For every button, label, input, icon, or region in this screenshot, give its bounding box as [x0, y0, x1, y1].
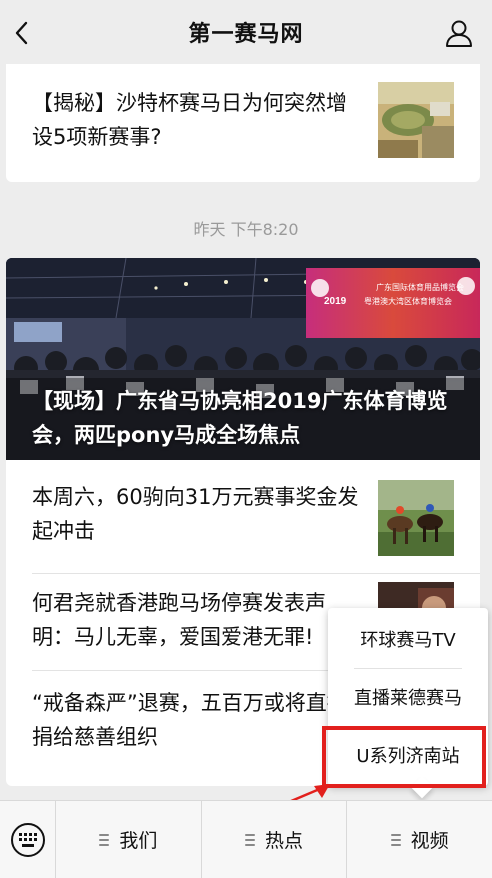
nav-item-label: 我们 [119, 830, 158, 852]
highlight-box [322, 726, 486, 788]
banner-year: 2019 [324, 296, 347, 307]
banner-line1: 广东国际体育用品博览会 [376, 282, 464, 292]
article-title[interactable]: 何君尧就香港跑马场停赛发表声明：马儿无辜，爱国爱港无罪! [32, 586, 362, 654]
nav-item-label: 热点 [265, 830, 304, 852]
keyboard-toggle-button[interactable] [0, 801, 56, 878]
nav-item-label: 视频 [410, 830, 449, 852]
header-bar: 第一赛马网 [0, 0, 492, 64]
page-title: 第一赛马网 [188, 22, 304, 47]
submenu-item-lide-racing-live[interactable]: 直播莱德赛马 [328, 668, 488, 726]
hero-title[interactable]: 【现场】广东省马协亮相2019广东体育博览会，两匹pony马成全场焦点 [32, 384, 452, 452]
submenu-item-global-racing-tv[interactable]: 环球赛马TV [328, 610, 488, 668]
menu-lines-icon [245, 833, 255, 846]
article-card-top[interactable]: 【揭秘】沙特杯赛马日为何突然增设5项新赛事? [6, 64, 480, 182]
article-title[interactable]: 【揭秘】沙特杯赛马日为何突然增设5项新赛事? [32, 86, 362, 154]
article-title[interactable]: “戒备森严”退赛，五百万或将直接捐给慈善组织 [32, 686, 362, 754]
article-thumbnail [378, 82, 454, 158]
back-button[interactable] [10, 18, 32, 48]
banner-line2: 粤港澳大湾区体育博览会 [364, 296, 452, 306]
keyboard-icon [10, 823, 45, 857]
chevron-left-icon [15, 21, 28, 45]
hero-article[interactable]: 广东国际体育用品博览会 2019 粤港澳大湾区体育博览会 【现场】广东省马协亮相… [6, 258, 480, 460]
article-thumbnail [378, 480, 454, 556]
nav-item-about-us[interactable]: 我们 [56, 801, 202, 878]
nav-item-video[interactable]: 视频 [347, 801, 492, 878]
user-icon [446, 20, 472, 47]
menu-lines-icon [390, 833, 401, 846]
menu-lines-icon [99, 833, 110, 846]
article-title[interactable]: 本周六，60驹向31万元赛事奖金发起冲击 [32, 480, 362, 548]
timestamp: 昨天 下午8:20 [193, 220, 299, 239]
divider [32, 573, 480, 574]
bottom-nav: 我们 热点 视频 [0, 800, 492, 878]
nav-item-hot[interactable]: 热点 [202, 801, 348, 878]
profile-button[interactable] [444, 18, 474, 48]
